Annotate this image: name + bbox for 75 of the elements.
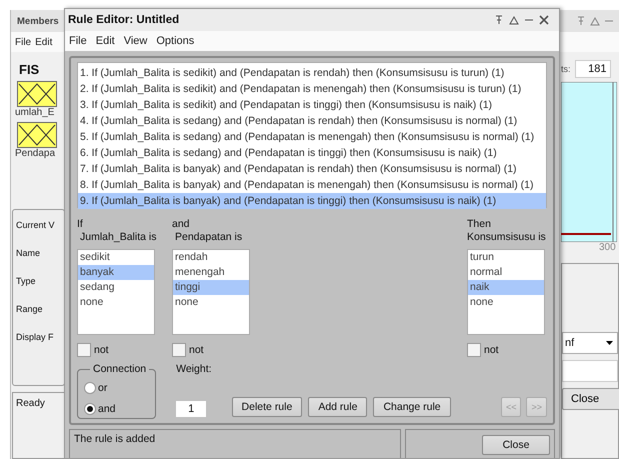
rule-item[interactable]: 6. If (Jumlah_Balita is sedang) and (Pendapatan is tinggi) then (Konsumsisusu is naik) (1) (78, 145, 546, 161)
property-label: Name (16, 248, 42, 258)
option-item[interactable]: none (173, 295, 249, 310)
rule-item[interactable]: 7. If (Jumlah_Balita is banyak) and (Pendapatan is rendah) then (Konsumsisusu is normal) (1) (78, 161, 546, 177)
property-label: Type (16, 276, 37, 286)
rule-item[interactable]: 4. If (Jumlah_Balita is sedang) and (Pendapatan is rendah) then (Konsumsisusu is normal) (1) (78, 113, 546, 129)
minimize-icon[interactable] (525, 19, 533, 21)
action-button[interactable]: Change rule (373, 397, 451, 417)
membership-icon[interactable] (17, 81, 57, 107)
weight-field[interactable]: 1 (176, 401, 206, 417)
variable-label: and Pendapatan is (172, 218, 244, 244)
window-title: Rule Editor: Untitled (68, 14, 180, 26)
radio-button[interactable] (84, 382, 96, 394)
pin-icon[interactable] (577, 16, 585, 26)
option-item[interactable]: turun (468, 250, 544, 265)
radio-label: or (98, 382, 108, 394)
fis-label: FIS (19, 62, 40, 77)
menu-item[interactable]: Edit (35, 36, 52, 48)
status-text: Ready (16, 398, 45, 409)
option-item[interactable]: sedikit (78, 250, 154, 265)
maximize-icon[interactable] (509, 16, 519, 24)
rule-item[interactable]: 5. If (Jumlah_Balita is sedang) and (Pendapatan is menengah) then (Konsumsisusu is normal) (1) (78, 129, 546, 145)
pin-icon[interactable] (495, 15, 503, 25)
checkbox-label: not (94, 344, 109, 356)
window-title: Members (17, 16, 59, 26)
count-label: ts: (561, 64, 571, 74)
property-label: Display F (16, 332, 55, 342)
type-dropdown[interactable]: nf (562, 332, 618, 354)
rule-item[interactable]: 9. If (Jumlah_Balita is banyak) and (Pendapatan is tinggi) then (Konsumsisusu is naik) (1) (78, 193, 546, 209)
checkbox-label: not (189, 344, 204, 356)
checkbox-label: not (484, 344, 499, 356)
axis-label: 300 (599, 242, 617, 253)
option-item[interactable]: naik (468, 280, 544, 295)
close-button[interactable]: Close (562, 388, 619, 410)
variable-name: umlah_E (15, 107, 56, 118)
menu-item[interactable]: Options (156, 35, 194, 47)
menu-item[interactable]: Edit (96, 35, 115, 47)
radio-label: and (98, 402, 116, 414)
close-button[interactable]: Close (482, 435, 550, 455)
radio-button[interactable] (84, 402, 96, 414)
group-title: Connection (92, 363, 148, 375)
property-label: Current V (16, 220, 56, 230)
caret-icon (606, 341, 613, 345)
maximize-icon[interactable] (590, 16, 600, 26)
option-item[interactable]: menengah (173, 265, 249, 280)
option-item[interactable]: normal (468, 265, 544, 280)
count-field[interactable]: 181 (574, 60, 611, 78)
not-checkbox[interactable] (77, 343, 91, 357)
variable-label: Then Konsumsisusu is (467, 218, 545, 244)
option-item[interactable]: banyak (78, 265, 154, 280)
option-item[interactable]: sedang (78, 280, 154, 295)
rule-item[interactable]: 3. If (Jumlah_Balita is sedikit) and (Pendapatan is tinggi) then (Konsumsisusu is naik) (1) (78, 97, 546, 113)
option-item[interactable]: none (468, 295, 544, 310)
rule-item[interactable]: 8. If (Jumlah_Balita is banyak) and (Pendapatan is menengah) then (Konsumsisusu is normal) (1) (78, 177, 546, 193)
weight-label: Weight: (176, 363, 212, 375)
not-checkbox[interactable] (172, 343, 186, 357)
menu-item[interactable]: File (69, 35, 87, 47)
menu-item[interactable]: View (124, 35, 148, 47)
option-item[interactable]: none (78, 295, 154, 310)
membership-icon[interactable] (17, 122, 57, 148)
not-checkbox[interactable] (467, 343, 481, 357)
variable-name: Pendapa (15, 148, 56, 159)
action-button[interactable]: Delete rule (232, 397, 302, 417)
property-label: Range (16, 304, 44, 314)
variable-label: If Jumlah_Balita is (77, 218, 155, 244)
range-field[interactable] (562, 360, 618, 382)
option-item[interactable]: tinggi (173, 280, 249, 295)
menu-item[interactable]: File (15, 36, 32, 48)
rule-item[interactable]: 2. If (Jumlah_Balita is sedikit) and (Pendapatan is menengah) then (Konsumsisusu is turun) (1) (78, 81, 546, 97)
action-button[interactable]: Add rule (308, 397, 368, 417)
rule-item[interactable]: 1. If (Jumlah_Balita is sedikit) and (Pendapatan is rendah) then (Konsumsisusu is turun) (1) (78, 65, 546, 81)
option-item[interactable]: rendah (173, 250, 249, 265)
minimize-icon[interactable] (605, 20, 613, 22)
status-text: The rule is added (74, 433, 156, 445)
close-icon[interactable] (539, 15, 549, 25)
